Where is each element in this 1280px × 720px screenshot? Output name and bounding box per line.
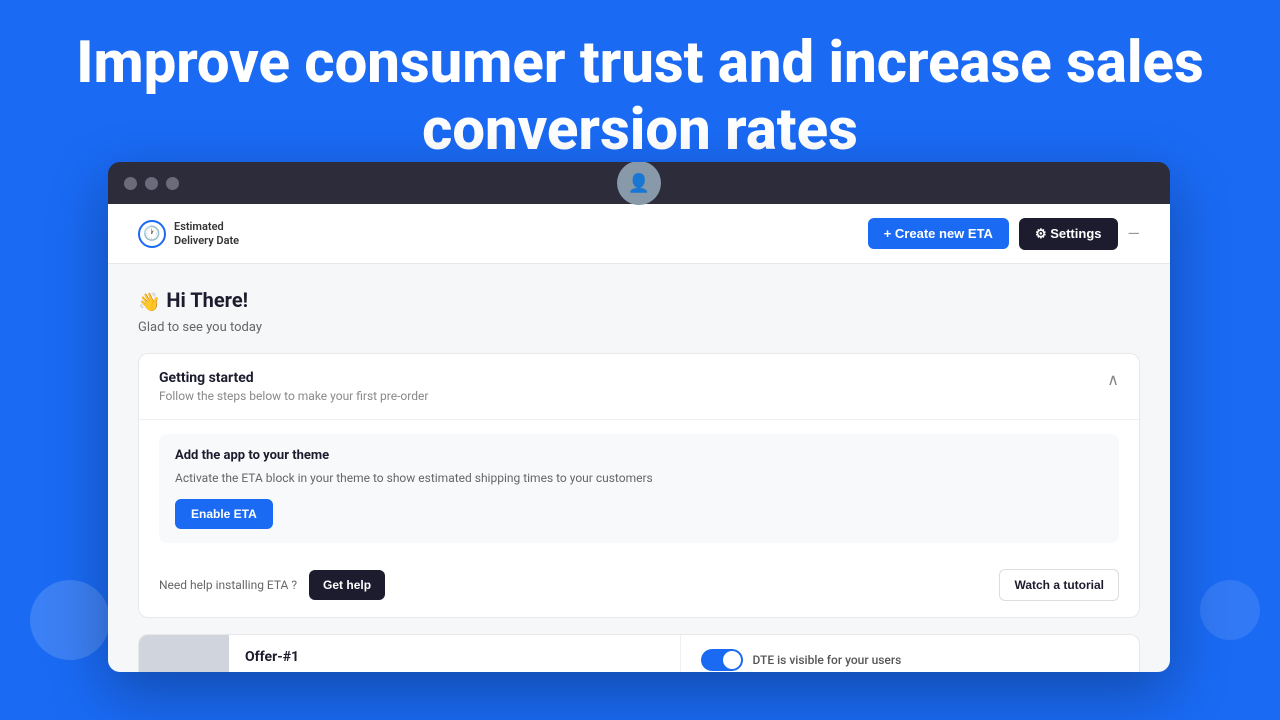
offer-thumbnail [139,635,229,672]
getting-started-subtitle: Follow the steps below to make your firs… [159,389,428,403]
toggle-knob [723,651,741,669]
blob-left [30,580,110,660]
greeting-emoji: 👋 [138,292,160,313]
browser-window: 👤 🕐 Estimated Delivery Date + Create new… [108,162,1170,672]
dte-label: DTE is visible for your users [753,653,902,667]
greeting-row: 👋 Hi There! [138,288,1140,316]
app-main: 👋 Hi There! Glad to see you today Gettin… [108,264,1170,672]
app-topbar: 🕐 Estimated Delivery Date + Create new E… [108,204,1170,264]
offer-stats: DTE is visible for your users 12 Total v… [680,635,1140,672]
hero-title: Improve consumer trust and increase sale… [40,30,1240,163]
create-eta-button[interactable]: + Create new ETA [868,218,1009,249]
logo-icon: 🕐 [138,220,166,248]
dte-toggle[interactable] [701,649,743,671]
browser-dot-yellow [145,177,158,190]
getting-started-header: Getting started Follow the steps below t… [139,354,1139,420]
app-logo: 🕐 Estimated Delivery Date [138,220,239,248]
getting-started-card: Getting started Follow the steps below t… [138,353,1140,618]
app-content: 🕐 Estimated Delivery Date + Create new E… [108,204,1170,672]
getting-started-footer: Need help installing ETA ? Get help Watc… [139,557,1139,617]
topbar-actions: + Create new ETA ⚙ Settings — [868,218,1140,250]
dte-toggle-row: DTE is visible for your users [701,649,1120,671]
help-text: Need help installing ETA ? [159,578,297,592]
blob-right [1200,580,1260,640]
titlebar-avatar: 👤 [617,162,661,205]
browser-dot-green [166,177,179,190]
settings-button[interactable]: ⚙ Settings [1019,218,1118,250]
hero-section: Improve consumer trust and increase sale… [0,0,1280,183]
logo-text: Estimated Delivery Date [174,220,239,246]
get-help-button[interactable]: Get help [309,570,385,600]
topbar-close-icon[interactable]: — [1128,224,1141,243]
offer-card: Offer-#1 6 Products DTO created about 11… [138,634,1140,672]
watch-tutorial-button[interactable]: Watch a tutorial [999,569,1119,601]
offer-name: Offer-#1 [245,649,664,665]
offer-info: Offer-#1 6 Products DTO created about 11… [229,635,680,672]
browser-titlebar: 👤 [108,162,1170,204]
step-title: Add the app to your theme [175,448,1103,463]
browser-dot-red [124,177,137,190]
enable-eta-button[interactable]: Enable ETA [175,499,273,529]
greeting-title: Hi There! [166,288,248,312]
getting-started-title: Getting started [159,370,428,386]
step-desc: Activate the ETA block in your theme to … [175,469,1103,487]
gs-step-theme: Add the app to your theme Activate the E… [159,434,1119,543]
chevron-up-icon[interactable]: ∧ [1107,370,1119,389]
getting-started-header-text: Getting started Follow the steps below t… [159,370,428,403]
greeting-subtitle: Glad to see you today [138,320,1140,335]
titlebar-avatar-container: 👤 [617,162,661,205]
